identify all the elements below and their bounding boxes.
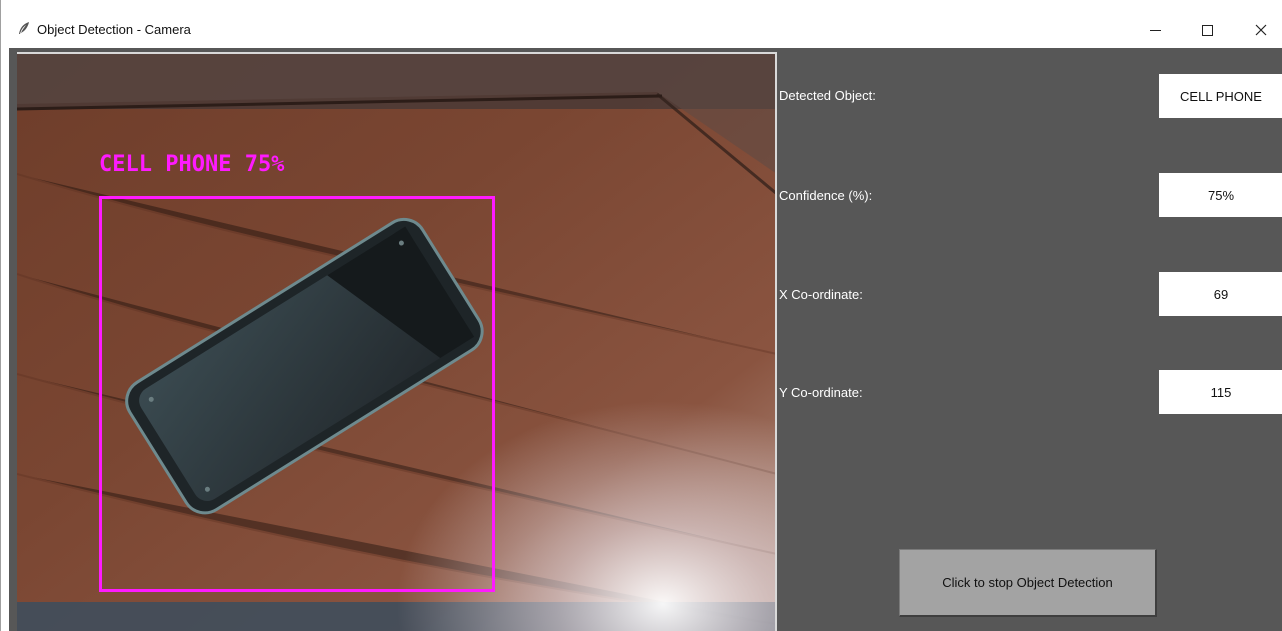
confidence-label: Confidence (%):: [779, 188, 873, 203]
minimize-button[interactable]: [1133, 14, 1177, 46]
detected-object-field[interactable]: CELL PHONE: [1159, 74, 1282, 118]
maximize-icon: [1201, 24, 1213, 36]
detection-box: [99, 196, 495, 592]
y-coordinate-field[interactable]: 115: [1159, 370, 1282, 414]
maximize-button[interactable]: [1185, 14, 1229, 46]
confidence-field[interactable]: 75%: [1159, 173, 1282, 217]
window-title: Object Detection - Camera: [37, 22, 191, 37]
detected-object-label: Detected Object:: [779, 88, 876, 103]
app-window: Object Detection - Camera CELL PHONE 75%…: [0, 0, 1282, 631]
x-coordinate-field[interactable]: 69: [1159, 272, 1282, 316]
close-icon: [1255, 24, 1267, 36]
feather-icon: [19, 22, 29, 34]
stop-detection-button[interactable]: Click to stop Object Detection: [899, 549, 1157, 617]
camera-feed: CELL PHONE 75%: [17, 52, 777, 631]
main-panel: CELL PHONE 75% Detected Object: CELL PHO…: [9, 48, 1282, 631]
minimize-icon: [1149, 29, 1161, 31]
detection-label: CELL PHONE 75%: [99, 152, 285, 177]
title-bar[interactable]: Object Detection - Camera: [1, 0, 1282, 48]
x-coordinate-label: X Co-ordinate:: [779, 287, 863, 302]
close-button[interactable]: [1239, 14, 1282, 46]
y-coordinate-label: Y Co-ordinate:: [779, 385, 863, 400]
